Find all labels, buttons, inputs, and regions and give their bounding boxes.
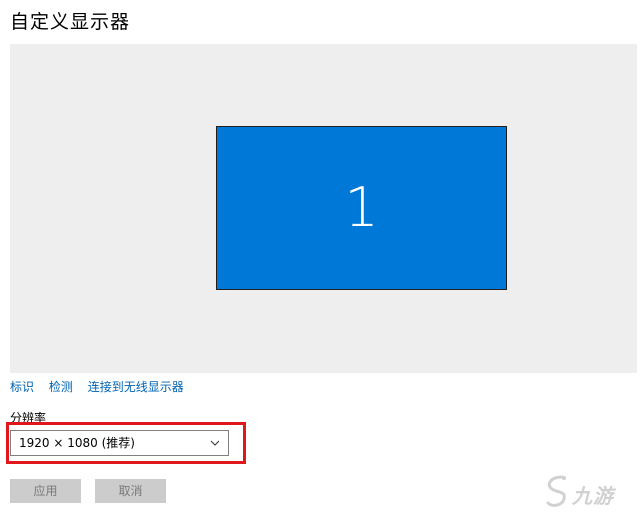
identify-link[interactable]: 标识	[10, 380, 34, 394]
resolution-selected-value: 1920 × 1080 (推荐)	[19, 436, 135, 450]
monitor-number: 1	[344, 176, 379, 239]
chevron-down-icon	[210, 440, 220, 446]
watermark: 九游	[542, 471, 634, 511]
monitor-1-tile[interactable]: 1	[216, 126, 507, 290]
display-arrangement-canvas: 1	[10, 44, 637, 373]
display-settings-page: 自定义显示器 1 标识 检测 连接到无线显示器 分辨率 1920 × 1080 …	[0, 0, 640, 515]
connect-wireless-display-link[interactable]: 连接到无线显示器	[88, 380, 184, 394]
swirl-logo-icon	[546, 475, 566, 507]
apply-button[interactable]: 应用	[10, 479, 81, 503]
resolution-dropdown[interactable]: 1920 × 1080 (推荐)	[10, 430, 229, 456]
detect-link[interactable]: 检测	[49, 380, 73, 394]
watermark-text: 九游	[572, 484, 614, 508]
display-links: 标识 检测 连接到无线显示器	[10, 378, 195, 395]
cancel-button[interactable]: 取消	[95, 479, 166, 503]
page-title: 自定义显示器	[10, 11, 131, 33]
